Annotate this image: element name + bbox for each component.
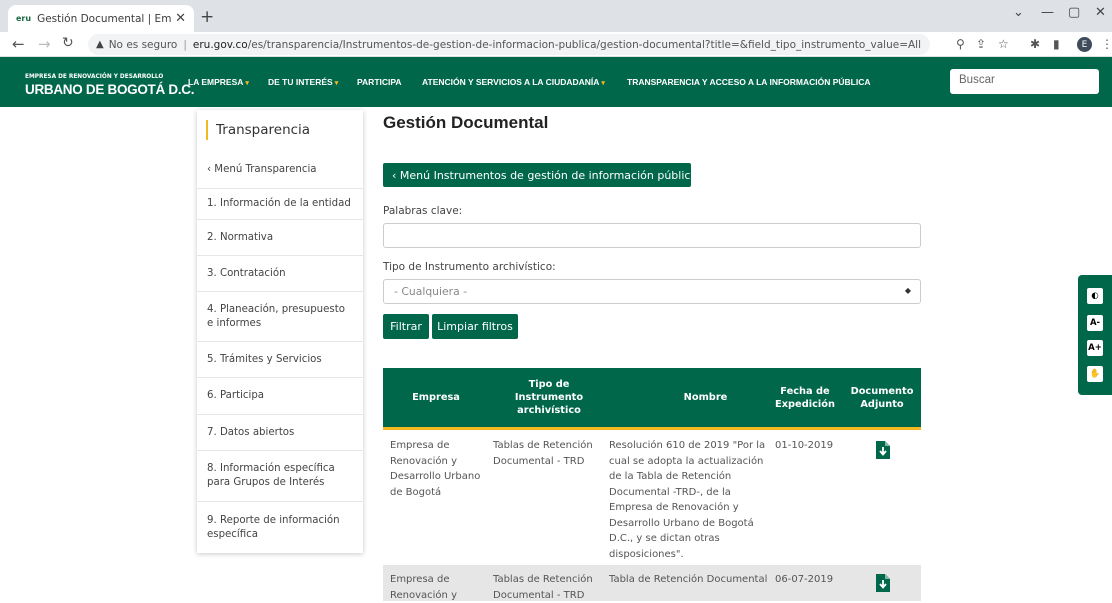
sidebar-title: Transparencia [206, 120, 310, 140]
new-tab-button[interactable]: + [200, 7, 214, 27]
zoom-icon[interactable]: ⚲ [956, 37, 965, 51]
warning-icon: ▲ [96, 39, 104, 50]
cell-empresa: Empresa de Renovación y Desarrollo Urban… [390, 440, 481, 498]
increase-font-button[interactable]: A+ [1087, 340, 1103, 356]
caret-down-icon: ▾ [334, 80, 339, 87]
url-separator: | [183, 38, 187, 51]
sidebar-item-planeacion[interactable]: 4. Planeación, presupuesto e informes [197, 292, 363, 342]
extensions-icon[interactable]: ✱ [1030, 37, 1040, 51]
sign-language-icon[interactable]: ✋ [1087, 366, 1103, 382]
table-header: Empresa Tipo de Instrumento archivístico… [383, 368, 921, 430]
table-row: Empresa de Renovación y Tablas de Retenc… [383, 565, 921, 601]
close-tab-icon[interactable]: ✕ [175, 11, 186, 26]
cell-tipo: Tablas de Retención Documental - TRD [493, 440, 593, 467]
keywords-label: Palabras clave: [383, 205, 463, 217]
url-path: /es/transparencia/Instrumentos-de-gestio… [247, 38, 922, 51]
share-icon[interactable]: ⇪ [976, 37, 986, 51]
nav-transparencia[interactable]: TRANSPARENCIA Y ACCESO A LA INFORMACIÓN … [627, 77, 871, 87]
instrument-type-label: Tipo de Instrumento archivístico: [383, 261, 556, 273]
menu-instrumentos-button[interactable]: ‹ Menú Instrumentos de gestión de inform… [383, 163, 697, 187]
maximize-icon[interactable]: ▢ [1068, 5, 1080, 20]
nav-de-tu-interes[interactable]: DE TU INTERÉS ▾ [268, 77, 338, 87]
keywords-input[interactable] [383, 223, 921, 248]
contrast-icon[interactable]: ◐ [1087, 288, 1103, 304]
browser-tab[interactable]: eru Gestión Documental | Empresa d ✕ [8, 5, 194, 32]
nav-label: DE TU INTERÉS [268, 77, 333, 87]
caret-down-icon: ▾ [245, 80, 249, 87]
sidebar-item-normativa[interactable]: 2. Normativa [197, 220, 363, 256]
th-documento: Documento Adjunto [850, 385, 914, 410]
nav-label: LA EMPRESA [188, 77, 244, 87]
table-row: Empresa de Renovación y Desarrollo Urban… [383, 431, 921, 565]
select-value: - Cualquiera - [394, 285, 468, 298]
sidebar-item-menu-transparencia[interactable]: ‹ Menú Transparencia [197, 152, 363, 189]
nav-participa[interactable]: PARTICIPA [357, 77, 402, 87]
address-bar[interactable]: ▲ No es seguro | eru.gov.co /es/transpar… [88, 34, 930, 55]
nav-label: TRANSPARENCIA Y ACCESO A LA INFORMACIÓN … [627, 77, 871, 87]
download-document-icon[interactable] [876, 441, 890, 459]
site-header: EMPRESA DE RENOVACIÓN Y DESARROLLO URBAN… [0, 57, 1112, 107]
sidebar-item-reporte[interactable]: 9. Reporte de información específica [197, 502, 363, 553]
window-close-icon[interactable]: ✕ [1095, 5, 1106, 20]
menu-kebab-icon[interactable]: ⋮ [1101, 37, 1112, 51]
nav-label: ATENCIÓN Y SERVICIOS A LA CIUDADANÍA [422, 77, 600, 87]
tab-title: Gestión Documental | Empresa d [37, 12, 172, 25]
nav-label: PARTICIPA [357, 77, 402, 87]
security-label: No es seguro [108, 38, 178, 51]
sidebar-item-contratacion[interactable]: 3. Contratación [197, 256, 363, 292]
cell-nombre: Resolución 610 de 2019 "Por la cual se a… [609, 440, 766, 560]
th-fecha: Fecha de Expedición [775, 385, 835, 410]
nav-atencion[interactable]: ATENCIÓN Y SERVICIOS A LA CIUDADANÍA ▾ [422, 77, 605, 87]
logo-line1[interactable]: EMPRESA DE RENOVACIÓN Y DESARROLLO [25, 74, 163, 80]
instrument-type-select[interactable]: - Cualquiera - ◆ [383, 279, 921, 304]
nav-la-empresa[interactable]: LA EMPRESA ▾ [188, 77, 249, 87]
select-arrows-icon: ◆ [904, 286, 911, 295]
transparency-sidebar: Transparencia ‹ Menú Transparencia 1. In… [197, 110, 363, 553]
sidebar-item-participa[interactable]: 6. Participa [197, 378, 363, 415]
cell-fecha: 01-10-2019 [775, 440, 834, 451]
profile-avatar[interactable]: E [1077, 37, 1092, 52]
logo-line2[interactable]: URBANO DE BOGOTÁ D.C. [25, 82, 195, 97]
bookmark-star-icon[interactable]: ☆ [998, 37, 1009, 51]
clear-filters-button[interactable]: Limpiar filtros [432, 314, 518, 339]
cell-fecha: 06-07-2019 [775, 574, 834, 585]
download-document-icon[interactable] [876, 574, 890, 592]
sidebar-item-datos-abiertos[interactable]: 7. Datos abiertos [197, 415, 363, 451]
caret-down-icon: ▾ [601, 80, 605, 87]
reload-icon[interactable]: ↻ [62, 35, 74, 51]
tab-search-icon[interactable]: ⌄ [1013, 5, 1024, 20]
url-host: eru.gov.co [192, 38, 248, 51]
sidebar-item-grupos-interes[interactable]: 8. Información específica para Grupos de… [197, 451, 363, 502]
minimize-icon[interactable]: — [1041, 5, 1054, 20]
decrease-font-button[interactable]: A- [1087, 315, 1103, 331]
page-title: Gestión Documental [383, 113, 549, 132]
filter-button[interactable]: Filtrar [383, 314, 429, 339]
forward-icon[interactable]: → [38, 35, 51, 53]
cell-nombre: Tabla de Retención Documental [609, 574, 768, 585]
browser-tabstrip: eru Gestión Documental | Empresa d ✕ + ⌄… [0, 0, 1112, 32]
cell-tipo: Tablas de Retención Documental - TRD [493, 574, 593, 601]
sidebar-item-tramites[interactable]: 5. Trámites y Servicios [197, 342, 363, 378]
th-tipo: Tipo de Instrumento archivístico [514, 379, 584, 416]
side-panel-icon[interactable]: ▮ [1053, 37, 1060, 51]
site-favicon-icon: eru [16, 14, 32, 23]
th-empresa: Empresa [412, 392, 460, 403]
browser-toolbar: ← → ↻ ▲ No es seguro | eru.gov.co /es/tr… [0, 32, 1112, 57]
back-icon[interactable]: ← [12, 35, 25, 53]
site-search-input[interactable]: Buscar [950, 69, 1099, 94]
cell-empresa: Empresa de Renovación y [390, 574, 457, 601]
sidebar-item-informacion-entidad[interactable]: 1. Información de la entidad [197, 189, 363, 220]
accessibility-toolbar: ◐ A- A+ ✋ [1078, 275, 1112, 395]
